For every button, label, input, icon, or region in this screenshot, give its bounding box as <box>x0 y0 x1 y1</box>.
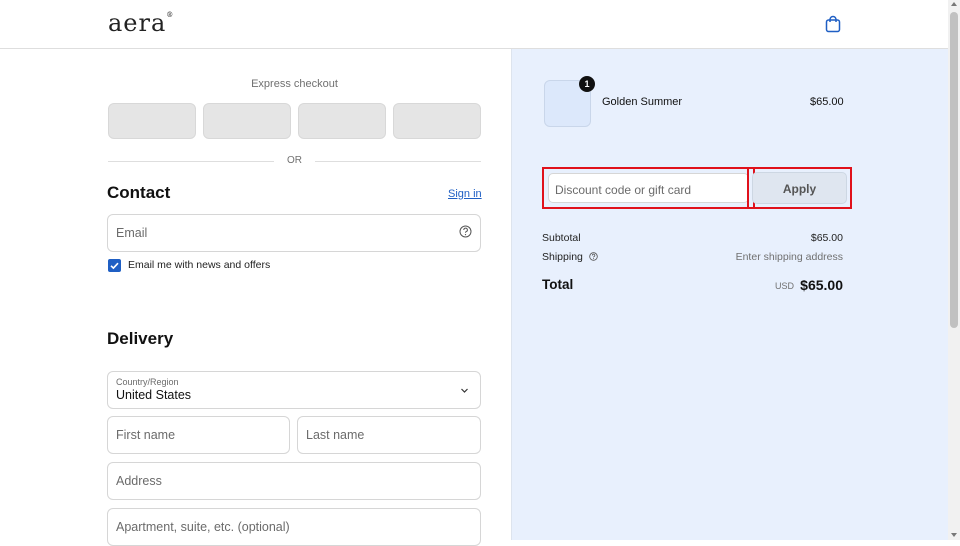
country-label: Country/Region <box>116 377 179 387</box>
email-placeholder: Email <box>116 226 148 240</box>
subtotal-value: $65.00 <box>810 232 843 244</box>
help-circle-icon[interactable] <box>589 252 598 261</box>
order-summary: 1 Golden Summer $65.00 Discount code or … <box>511 49 948 540</box>
product-price: $65.00 <box>810 96 844 108</box>
express-checkout-title: Express checkout <box>251 78 338 90</box>
total-value: $65.00 <box>800 277 843 293</box>
apply-button[interactable]: Apply <box>752 172 847 204</box>
delivery-heading: Delivery <box>107 329 174 348</box>
checkmark-icon <box>110 262 119 270</box>
express-pay-button-3[interactable] <box>298 103 386 139</box>
shipping-value: Enter shipping address <box>735 251 843 263</box>
shipping-label: Shipping <box>542 251 583 263</box>
address-placeholder: Address <box>116 474 162 488</box>
sign-in-link[interactable]: Sign in <box>448 188 482 200</box>
help-circle-icon[interactable] <box>459 225 472 238</box>
newsletter-checkbox[interactable] <box>108 259 121 272</box>
shopping-bag-icon[interactable] <box>824 15 842 33</box>
express-pay-button-2[interactable] <box>203 103 291 139</box>
page-scrollbar[interactable] <box>948 0 960 540</box>
or-text: OR <box>287 155 302 166</box>
logo-text: aera <box>108 9 167 37</box>
quantity-badge: 1 <box>579 76 595 92</box>
total-label: Total <box>542 277 574 292</box>
or-divider: OR <box>108 153 481 169</box>
apartment-placeholder: Apartment, suite, etc. (optional) <box>116 520 290 534</box>
scrollbar-thumb[interactable] <box>950 12 958 328</box>
scroll-down-arrow-icon[interactable] <box>951 533 957 537</box>
address-field[interactable]: Address <box>107 462 481 500</box>
email-field[interactable]: Email <box>107 214 481 252</box>
last-name-placeholder: Last name <box>306 428 365 442</box>
total-currency: USD <box>774 281 794 291</box>
checkout-form: Express checkout OR Contact Sign in Emai… <box>0 49 511 546</box>
scroll-up-arrow-icon[interactable] <box>951 2 957 6</box>
discount-placeholder: Discount code or gift card <box>555 183 692 197</box>
shipping-label-row: Shipping <box>542 251 598 263</box>
discount-code-input[interactable]: Discount code or gift card <box>548 173 749 203</box>
express-pay-button-1[interactable] <box>108 103 196 139</box>
chevron-down-icon <box>461 388 468 393</box>
first-name-placeholder: First name <box>116 428 176 442</box>
apartment-field[interactable]: Apartment, suite, etc. (optional) <box>107 508 481 546</box>
product-name: Golden Summer <box>602 96 683 108</box>
country-value: United States <box>116 388 192 402</box>
header: aera® <box>0 0 948 49</box>
express-pay-button-4[interactable] <box>393 103 481 139</box>
apply-highlight: Apply <box>747 167 852 209</box>
newsletter-label: Email me with news and offers <box>128 259 271 271</box>
last-name-field[interactable]: Last name <box>297 416 481 454</box>
first-name-field[interactable]: First name <box>107 416 290 454</box>
contact-heading: Contact <box>107 183 171 202</box>
brand-logo[interactable]: aera® <box>108 9 174 37</box>
country-select[interactable]: Country/Region United States <box>107 371 481 409</box>
subtotal-label: Subtotal <box>542 232 581 244</box>
discount-highlight: Discount code or gift card <box>542 167 755 209</box>
logo-registered-mark: ® <box>166 11 175 19</box>
